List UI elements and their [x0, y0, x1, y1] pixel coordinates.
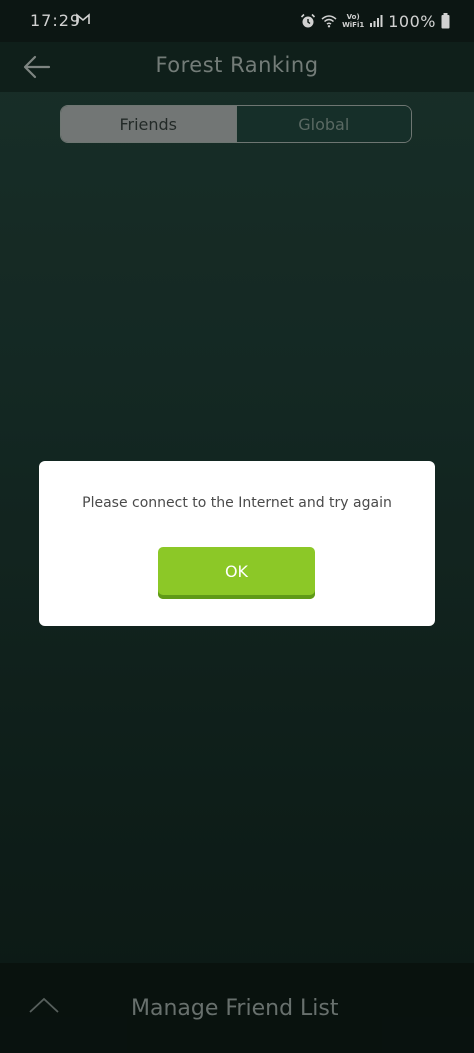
wifi-icon [321, 15, 337, 28]
battery-icon [441, 13, 450, 29]
volte-wifi-calling-icon: Vo) WiFi1 [342, 13, 365, 29]
battery-percent: 100% [388, 11, 436, 31]
manage-friend-list-label[interactable]: Manage Friend List [131, 996, 339, 1021]
chevron-up-icon[interactable] [28, 995, 60, 1015]
tab-global[interactable]: Global [235, 106, 411, 142]
alarm-icon [300, 13, 316, 28]
gmail-icon [76, 13, 90, 24]
app-bar: Forest Ranking [0, 42, 474, 92]
connection-error-dialog: Please connect to the Internet and try a… [39, 461, 435, 626]
bottom-bar[interactable]: Manage Friend List [0, 963, 474, 1053]
signal-icon [370, 15, 383, 27]
status-icons: Vo) WiFi1 100% [300, 10, 450, 32]
dialog-message: Please connect to the Internet and try a… [82, 495, 392, 511]
app-screen: 17:29 Vo) WiFi1 100% Forest Ranking Frie… [0, 0, 474, 1053]
ranking-tabs: Friends Global [60, 105, 412, 143]
status-time: 17:29 [30, 11, 82, 30]
tab-friends[interactable]: Friends [61, 106, 236, 142]
ok-button[interactable]: OK [158, 547, 315, 599]
status-bar: 17:29 Vo) WiFi1 100% [0, 0, 474, 42]
page-title: Forest Ranking [155, 53, 319, 77]
